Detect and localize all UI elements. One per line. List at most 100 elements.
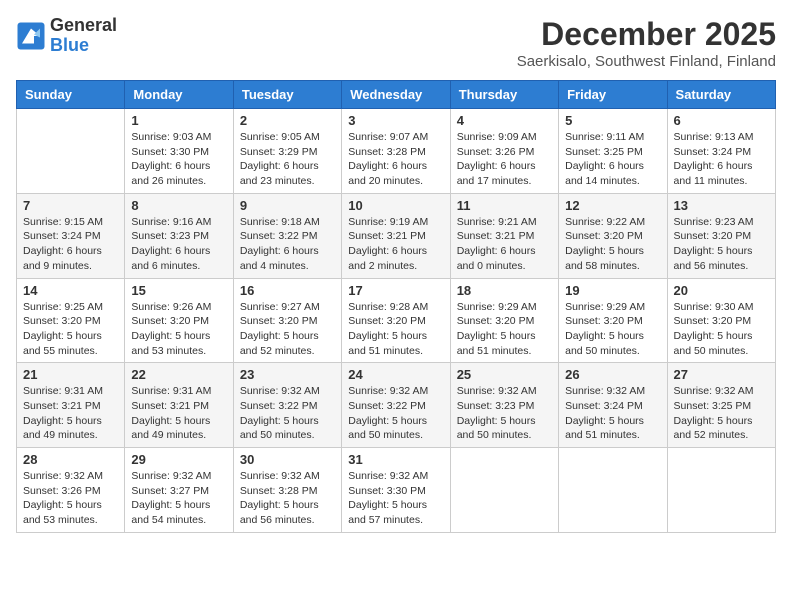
day-info: Sunrise: 9:18 AM Sunset: 3:22 PM Dayligh…: [240, 215, 335, 274]
calendar-week-row: 14Sunrise: 9:25 AM Sunset: 3:20 PM Dayli…: [17, 278, 776, 363]
calendar-cell: 25Sunrise: 9:32 AM Sunset: 3:23 PM Dayli…: [450, 363, 558, 448]
calendar-cell: 21Sunrise: 9:31 AM Sunset: 3:21 PM Dayli…: [17, 363, 125, 448]
day-number: 27: [674, 367, 769, 382]
calendar-cell: 8 Sunrise: 9:16 AM Sunset: 3:23 PM Daylig…: [125, 193, 233, 278]
weekday-header: Saturday: [667, 81, 775, 109]
day-info: Sunrise: 9:03 AM Sunset: 3:30 PM Dayligh…: [131, 130, 226, 189]
day-info: Sunrise: 9:32 AM Sunset: 3:28 PM Dayligh…: [240, 469, 335, 528]
calendar-cell: 2 Sunrise: 9:05 AM Sunset: 3:29 PM Daylig…: [233, 109, 341, 194]
calendar-cell: 26 Sunrise: 9:32 AM Sunset: 3:24 PM Dayli…: [559, 363, 667, 448]
title-block: December 2025 Saerkisalo, Southwest Finl…: [517, 16, 776, 70]
day-number: 6: [674, 113, 769, 128]
calendar-cell: 30 Sunrise: 9:32 AM Sunset: 3:28 PM Dayli…: [233, 448, 341, 533]
logo-icon: [16, 21, 46, 51]
day-info: Sunrise: 9:19 AM Sunset: 3:21 PM Dayligh…: [348, 215, 443, 274]
day-number: 3: [348, 113, 443, 128]
weekday-header: Sunday: [17, 81, 125, 109]
calendar-header-row: SundayMondayTuesdayWednesdayThursdayFrid…: [17, 81, 776, 109]
day-info: Sunrise: 9:32 AM Sunset: 3:22 PM Dayligh…: [348, 384, 443, 443]
calendar-week-row: 21Sunrise: 9:31 AM Sunset: 3:21 PM Dayli…: [17, 363, 776, 448]
day-number: 11: [457, 198, 552, 213]
calendar-cell: 10Sunrise: 9:19 AM Sunset: 3:21 PM Dayli…: [342, 193, 450, 278]
logo-blue: Blue: [50, 36, 117, 56]
day-number: 5: [565, 113, 660, 128]
day-info: Sunrise: 9:32 AM Sunset: 3:24 PM Dayligh…: [565, 384, 660, 443]
day-number: 14: [23, 283, 118, 298]
day-info: Sunrise: 9:22 AM Sunset: 3:20 PM Dayligh…: [565, 215, 660, 274]
calendar-cell: [450, 448, 558, 533]
logo: General Blue: [16, 16, 117, 56]
day-info: Sunrise: 9:16 AM Sunset: 3:23 PM Dayligh…: [131, 215, 226, 274]
day-info: Sunrise: 9:32 AM Sunset: 3:25 PM Dayligh…: [674, 384, 769, 443]
day-number: 15: [131, 283, 226, 298]
calendar-cell: 4 Sunrise: 9:09 AM Sunset: 3:26 PM Daylig…: [450, 109, 558, 194]
calendar-week-row: 7Sunrise: 9:15 AM Sunset: 3:24 PM Daylig…: [17, 193, 776, 278]
day-number: 30: [240, 452, 335, 467]
day-info: Sunrise: 9:26 AM Sunset: 3:20 PM Dayligh…: [131, 300, 226, 359]
day-info: Sunrise: 9:29 AM Sunset: 3:20 PM Dayligh…: [565, 300, 660, 359]
day-number: 12: [565, 198, 660, 213]
day-info: Sunrise: 9:05 AM Sunset: 3:29 PM Dayligh…: [240, 130, 335, 189]
day-number: 19: [565, 283, 660, 298]
day-number: 23: [240, 367, 335, 382]
calendar-cell: 20 Sunrise: 9:30 AM Sunset: 3:20 PM Dayli…: [667, 278, 775, 363]
day-number: 13: [674, 198, 769, 213]
day-info: Sunrise: 9:28 AM Sunset: 3:20 PM Dayligh…: [348, 300, 443, 359]
day-info: Sunrise: 9:30 AM Sunset: 3:20 PM Dayligh…: [674, 300, 769, 359]
day-info: Sunrise: 9:07 AM Sunset: 3:28 PM Dayligh…: [348, 130, 443, 189]
day-number: 17: [348, 283, 443, 298]
calendar-cell: [667, 448, 775, 533]
day-number: 28: [23, 452, 118, 467]
logo-general: General: [50, 16, 117, 36]
day-number: 29: [131, 452, 226, 467]
day-number: 1: [131, 113, 226, 128]
day-info: Sunrise: 9:32 AM Sunset: 3:26 PM Dayligh…: [23, 469, 118, 528]
day-number: 7: [23, 198, 118, 213]
calendar-cell: 18Sunrise: 9:29 AM Sunset: 3:20 PM Dayli…: [450, 278, 558, 363]
weekday-header: Monday: [125, 81, 233, 109]
day-info: Sunrise: 9:31 AM Sunset: 3:21 PM Dayligh…: [23, 384, 118, 443]
calendar-cell: 11 Sunrise: 9:21 AM Sunset: 3:21 PM Dayli…: [450, 193, 558, 278]
day-number: 9: [240, 198, 335, 213]
day-info: Sunrise: 9:27 AM Sunset: 3:20 PM Dayligh…: [240, 300, 335, 359]
calendar-cell: 29 Sunrise: 9:32 AM Sunset: 3:27 PM Dayli…: [125, 448, 233, 533]
calendar-table: SundayMondayTuesdayWednesdayThursdayFrid…: [16, 80, 776, 533]
calendar-cell: 28 Sunrise: 9:32 AM Sunset: 3:26 PM Dayli…: [17, 448, 125, 533]
calendar-cell: 9 Sunrise: 9:18 AM Sunset: 3:22 PM Daylig…: [233, 193, 341, 278]
day-number: 2: [240, 113, 335, 128]
day-info: Sunrise: 9:09 AM Sunset: 3:26 PM Dayligh…: [457, 130, 552, 189]
day-info: Sunrise: 9:21 AM Sunset: 3:21 PM Dayligh…: [457, 215, 552, 274]
day-info: Sunrise: 9:11 AM Sunset: 3:25 PM Dayligh…: [565, 130, 660, 189]
day-number: 8: [131, 198, 226, 213]
calendar-week-row: 28 Sunrise: 9:32 AM Sunset: 3:26 PM Dayli…: [17, 448, 776, 533]
page-header: General Blue December 2025 Saerkisalo, S…: [16, 16, 776, 70]
calendar-cell: 6Sunrise: 9:13 AM Sunset: 3:24 PM Daylig…: [667, 109, 775, 194]
calendar-cell: 3 Sunrise: 9:07 AM Sunset: 3:28 PM Daylig…: [342, 109, 450, 194]
calendar-cell: [559, 448, 667, 533]
weekday-header: Friday: [559, 81, 667, 109]
day-number: 31: [348, 452, 443, 467]
calendar-cell: 14Sunrise: 9:25 AM Sunset: 3:20 PM Dayli…: [17, 278, 125, 363]
calendar-cell: 22Sunrise: 9:31 AM Sunset: 3:21 PM Dayli…: [125, 363, 233, 448]
calendar-cell: [17, 109, 125, 194]
day-info: Sunrise: 9:29 AM Sunset: 3:20 PM Dayligh…: [457, 300, 552, 359]
day-info: Sunrise: 9:32 AM Sunset: 3:27 PM Dayligh…: [131, 469, 226, 528]
location-title: Saerkisalo, Southwest Finland, Finland: [517, 53, 776, 70]
calendar-cell: 31 Sunrise: 9:32 AM Sunset: 3:30 PM Dayli…: [342, 448, 450, 533]
calendar-cell: 12 Sunrise: 9:22 AM Sunset: 3:20 PM Dayli…: [559, 193, 667, 278]
day-number: 20: [674, 283, 769, 298]
calendar-cell: 24 Sunrise: 9:32 AM Sunset: 3:22 PM Dayli…: [342, 363, 450, 448]
day-number: 4: [457, 113, 552, 128]
day-number: 26: [565, 367, 660, 382]
day-info: Sunrise: 9:32 AM Sunset: 3:30 PM Dayligh…: [348, 469, 443, 528]
logo-text: General Blue: [50, 16, 117, 56]
weekday-header: Tuesday: [233, 81, 341, 109]
day-number: 24: [348, 367, 443, 382]
weekday-header: Wednesday: [342, 81, 450, 109]
calendar-week-row: 1 Sunrise: 9:03 AM Sunset: 3:30 PM Daylig…: [17, 109, 776, 194]
calendar-cell: 7Sunrise: 9:15 AM Sunset: 3:24 PM Daylig…: [17, 193, 125, 278]
month-title: December 2025: [517, 16, 776, 53]
calendar-cell: 13Sunrise: 9:23 AM Sunset: 3:20 PM Dayli…: [667, 193, 775, 278]
calendar-cell: 16Sunrise: 9:27 AM Sunset: 3:20 PM Dayli…: [233, 278, 341, 363]
day-info: Sunrise: 9:32 AM Sunset: 3:23 PM Dayligh…: [457, 384, 552, 443]
